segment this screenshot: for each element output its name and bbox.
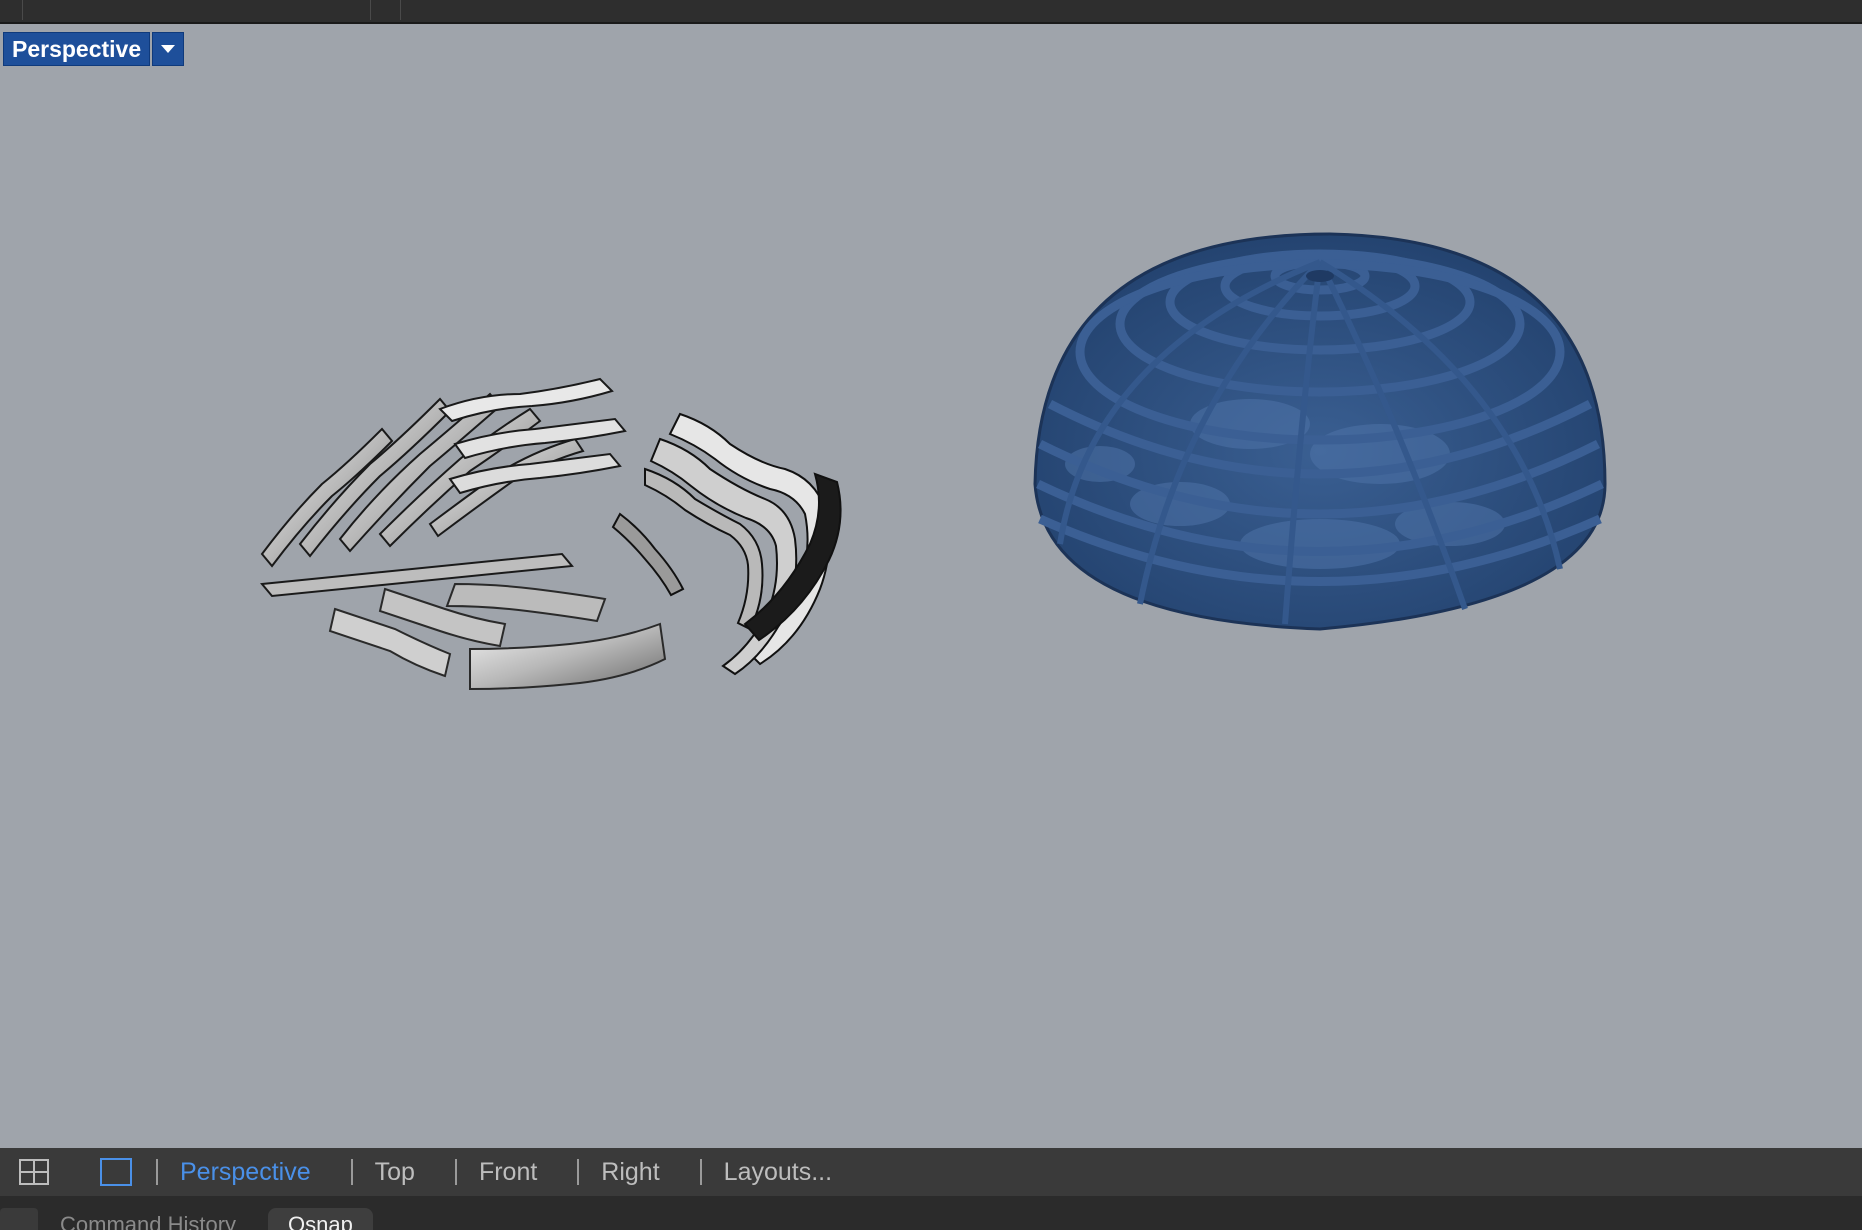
- tab-command-history[interactable]: Command History: [60, 1208, 236, 1230]
- panel-tab-stub: [0, 1208, 38, 1230]
- tab-separator: [454, 1159, 457, 1185]
- ribbed-dome[interactable]: [1033, 232, 1607, 631]
- command-panel-tabs: Command History Osnap: [0, 1196, 1862, 1230]
- tab-separator: [156, 1159, 158, 1185]
- tab-top[interactable]: Top: [375, 1158, 415, 1187]
- single-viewport-icon[interactable]: [98, 1154, 134, 1190]
- tab-separator: [699, 1159, 702, 1185]
- tab-layouts[interactable]: Layouts...: [724, 1158, 832, 1187]
- viewport-tab-bar: Perspective Top Front Right Layouts...: [0, 1148, 1862, 1196]
- tab-front[interactable]: Front: [479, 1158, 537, 1187]
- tab-perspective[interactable]: Perspective: [180, 1158, 311, 1187]
- sliced-contour-pieces[interactable]: [260, 377, 842, 691]
- tab-separator: [577, 1159, 580, 1185]
- tab-right[interactable]: Right: [601, 1158, 659, 1187]
- scene-canvas: [260, 232, 1607, 691]
- viewport-name[interactable]: Perspective: [3, 32, 151, 66]
- chevron-down-icon[interactable]: [152, 32, 185, 66]
- four-viewports-icon[interactable]: [16, 1154, 52, 1190]
- top-toolbar: [0, 0, 1862, 24]
- toolbar-segment: [0, 0, 23, 20]
- tab-osnap[interactable]: Osnap: [268, 1208, 373, 1230]
- perspective-viewport[interactable]: Perspective: [0, 24, 1862, 1148]
- viewport-title[interactable]: Perspective: [3, 32, 185, 66]
- toolbar-segment: [22, 0, 371, 20]
- tab-separator: [350, 1159, 353, 1185]
- toolbar-segment: [374, 0, 401, 20]
